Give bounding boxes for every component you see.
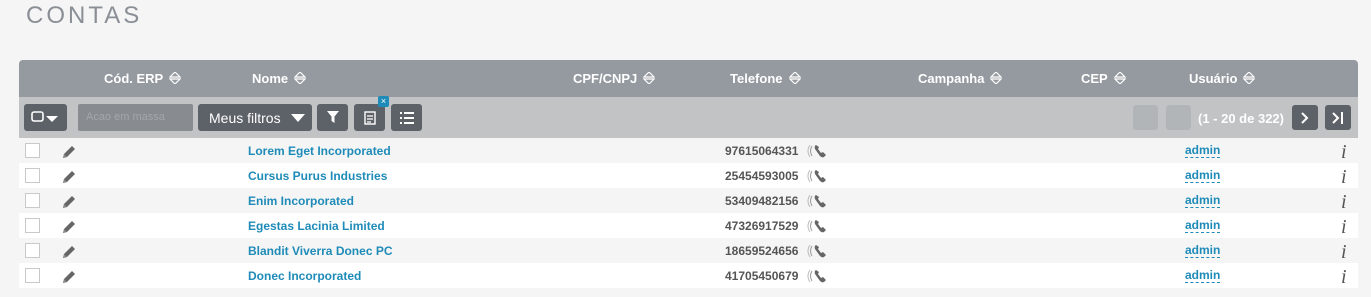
account-name-link[interactable]: Cursus Purus Industries	[248, 169, 387, 183]
column-cpf-cnpj[interactable]: CPF/CNPJ	[573, 71, 656, 86]
column-cpf-cnpj-label: CPF/CNPJ	[573, 71, 638, 86]
account-name-link[interactable]: Blandit Viverra Donec PC	[248, 244, 393, 258]
pencil-icon[interactable]	[61, 219, 77, 235]
table-row: Enim Incorporated 53409482156 admin i	[19, 188, 1358, 213]
column-header-row: Cód. ERP Nome CPF/CNPJ Telefone Campanha…	[19, 60, 1358, 97]
mass-action-field[interactable]: Acao em massa	[78, 104, 193, 131]
phone-number: 47326917529	[725, 219, 799, 233]
phone-call-icon[interactable]	[807, 192, 829, 210]
table-row: Donec Incorporated 41705450679 admin i	[19, 263, 1358, 288]
row-checkbox[interactable]	[25, 218, 40, 233]
first-page-button[interactable]	[1133, 105, 1158, 130]
column-cep-label: CEP	[1081, 71, 1108, 86]
column-cep[interactable]: CEP	[1081, 71, 1126, 86]
sort-icon[interactable]	[643, 71, 656, 84]
phone-call-icon[interactable]	[807, 142, 829, 160]
table-row: Cursus Purus Industries 25454593005 admin i	[19, 163, 1358, 188]
sort-icon[interactable]	[294, 71, 307, 84]
column-nome[interactable]: Nome	[252, 71, 307, 86]
account-name-link[interactable]: Egestas Lacinia Limited	[248, 219, 385, 233]
phone-number: 41705450679	[725, 269, 799, 283]
pencil-icon[interactable]	[61, 144, 77, 160]
sort-icon[interactable]	[1243, 71, 1256, 84]
info-icon[interactable]: i	[1341, 241, 1347, 264]
pencil-icon[interactable]	[61, 244, 77, 260]
filter-document-icon	[363, 110, 376, 125]
column-telefone[interactable]: Telefone	[730, 71, 801, 86]
user-link[interactable]: admin	[1185, 244, 1221, 258]
table-row: Lorem Eget Incorporated 97615064331 admin i	[19, 138, 1358, 163]
checkbox-dropdown-icon	[30, 110, 58, 122]
filter-icon	[326, 111, 339, 123]
chevron-right-icon	[1301, 111, 1309, 124]
account-name-link[interactable]: Enim Incorporated	[248, 194, 354, 208]
column-telefone-label: Telefone	[730, 71, 783, 86]
info-icon[interactable]: i	[1341, 216, 1347, 239]
pagination-info: (1 - 20 de 322)	[1198, 111, 1284, 126]
sort-icon[interactable]	[990, 71, 1003, 84]
table-row: Blandit Viverra Donec PC 18659524656 admin…	[19, 238, 1358, 263]
user-link[interactable]: admin	[1185, 194, 1221, 208]
page-title: CONTAS	[26, 2, 143, 29]
row-checkbox[interactable]	[25, 243, 40, 258]
filter-button[interactable]	[317, 104, 348, 131]
row-checkbox[interactable]	[25, 268, 40, 283]
my-filters-label: Meus filtros	[209, 109, 281, 126]
account-name-link[interactable]: Donec Incorporated	[248, 269, 361, 283]
previous-page-button[interactable]	[1166, 105, 1191, 130]
column-cod-erp-label: Cód. ERP	[104, 71, 164, 86]
row-checkbox[interactable]	[25, 193, 40, 208]
sort-icon[interactable]	[1113, 71, 1126, 84]
sort-icon[interactable]	[788, 71, 801, 84]
next-page-button[interactable]	[1292, 105, 1318, 130]
pencil-icon[interactable]	[61, 194, 77, 210]
column-nome-label: Nome	[252, 71, 289, 86]
info-icon[interactable]: i	[1341, 166, 1347, 189]
user-link[interactable]: admin	[1185, 169, 1221, 183]
info-icon[interactable]: i	[1341, 266, 1347, 289]
sort-icon[interactable]	[169, 71, 182, 84]
user-link[interactable]: admin	[1185, 269, 1221, 283]
list-toolbar: Acao em massa Meus filtros × (1 - 20 de …	[19, 96, 1358, 138]
my-filters-dropdown[interactable]: Meus filtros	[198, 104, 312, 131]
phone-call-icon[interactable]	[807, 167, 829, 185]
phone-number: 53409482156	[725, 194, 799, 208]
last-page-button[interactable]	[1325, 105, 1351, 130]
caret-down-icon	[291, 114, 305, 122]
column-chooser-button[interactable]	[391, 104, 422, 131]
phone-call-icon[interactable]	[807, 267, 829, 285]
account-name-link[interactable]: Lorem Eget Incorporated	[248, 144, 391, 158]
column-campanha[interactable]: Campanha	[918, 71, 1003, 86]
clear-filter-button[interactable]: ×	[354, 96, 389, 131]
info-icon[interactable]: i	[1341, 191, 1347, 214]
phone-call-icon[interactable]	[807, 217, 829, 235]
column-usuario[interactable]: Usuário	[1189, 71, 1256, 86]
phone-number: 18659524656	[725, 244, 799, 258]
remove-filter-badge[interactable]: ×	[378, 96, 389, 107]
list-icon	[399, 111, 414, 124]
user-link[interactable]: admin	[1185, 219, 1221, 233]
table-row: Egestas Lacinia Limited 47326917529 admin i	[19, 213, 1358, 238]
column-cod-erp[interactable]: Cód. ERP	[104, 71, 182, 86]
row-checkbox[interactable]	[25, 168, 40, 183]
pencil-icon[interactable]	[61, 269, 77, 285]
column-campanha-label: Campanha	[918, 71, 985, 86]
user-link[interactable]: admin	[1185, 144, 1221, 158]
phone-call-icon[interactable]	[807, 242, 829, 260]
phone-number: 97615064331	[725, 144, 799, 158]
phone-number: 25454593005	[725, 169, 799, 183]
select-all-dropdown[interactable]	[24, 104, 67, 131]
column-usuario-label: Usuário	[1189, 71, 1238, 86]
table-body: Lorem Eget Incorporated 97615064331 admin i…	[19, 138, 1358, 288]
pencil-icon[interactable]	[61, 169, 77, 185]
accounts-list: Cód. ERP Nome CPF/CNPJ Telefone Campanha…	[19, 60, 1358, 288]
last-page-icon	[1332, 111, 1343, 124]
row-checkbox[interactable]	[25, 143, 40, 158]
info-icon[interactable]: i	[1341, 141, 1347, 164]
